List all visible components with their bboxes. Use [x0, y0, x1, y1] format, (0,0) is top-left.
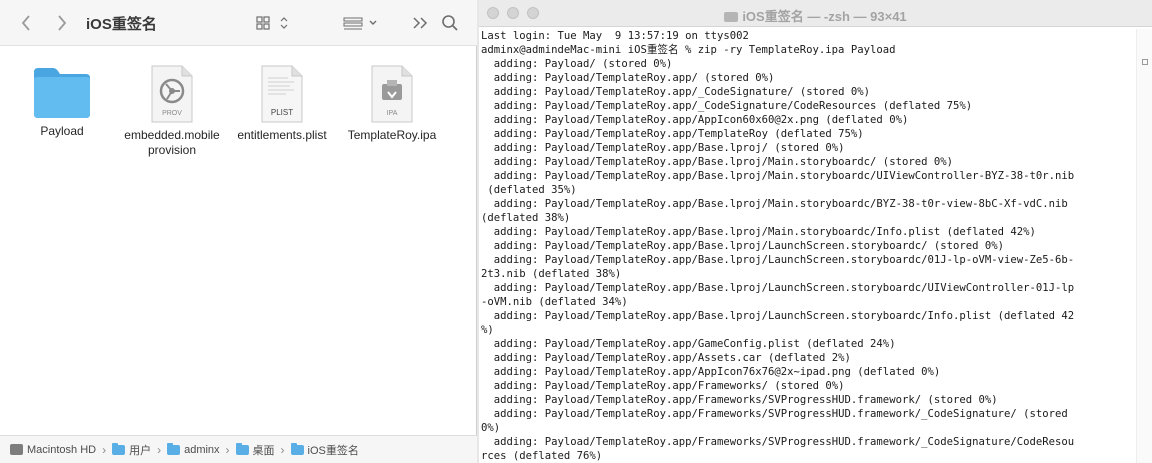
- terminal-line: adding: Payload/TemplateRoy.app/Framewor…: [481, 380, 845, 392]
- terminal-line: adding: Payload/TemplateRoy.app/Base.lpr…: [481, 240, 1004, 252]
- chevron-right-icon: ›: [157, 442, 162, 457]
- terminal-line: adding: Payload/TemplateRoy.app/Framewor…: [481, 408, 1068, 420]
- folder-icon: [724, 12, 739, 22]
- path-crumb-label: adminx: [184, 443, 220, 456]
- file-name: embedded.mobile provision: [117, 128, 227, 158]
- terminal-window: iOS重签名 — -zsh — 93×41 Last login: Tue Ma…: [479, 0, 1152, 463]
- hard-drive-icon: [10, 444, 23, 455]
- terminal-line: adding: Payload/TemplateRoy.app/Base.lpr…: [481, 254, 1075, 266]
- file-item-ipa[interactable]: IPA TemplateRoy.ipa: [337, 64, 447, 143]
- terminal-title-text: iOS重签名 — -zsh — 93×41: [742, 9, 907, 24]
- search-button[interactable]: [440, 10, 460, 36]
- path-bar: Macintosh HD › 用户 › adminx › 桌面 › iOS重签名: [0, 435, 477, 463]
- file-item-mobileprovision[interactable]: PROV embedded.mobile provision: [117, 64, 227, 158]
- terminal-line: 2t3.nib (deflated 38%): [481, 268, 622, 280]
- terminal-line: -oVM.nib (deflated 34%): [481, 296, 628, 308]
- terminal-line: adding: Payload/TemplateRoy.app/Base.lpr…: [481, 198, 1068, 210]
- grid-view-icon: [256, 16, 288, 30]
- path-crumb-adminx[interactable]: adminx: [167, 442, 220, 456]
- path-crumb-label: iOS重签名: [307, 444, 359, 457]
- path-crumb-ios-resign[interactable]: iOS重签名: [290, 442, 359, 458]
- path-crumb-macintosh-hd[interactable]: Macintosh HD: [10, 444, 96, 456]
- terminal-line: adding: Payload/TemplateRoy.app/GameConf…: [481, 338, 896, 350]
- terminal-title: iOS重签名 — -zsh — 93×41: [479, 6, 1152, 25]
- chevron-right-icon: ›: [102, 442, 107, 457]
- chevron-right-icon: ›: [280, 442, 285, 457]
- chevron-right-icon: ›: [225, 442, 230, 457]
- chevron-left-icon: [21, 15, 30, 31]
- back-button[interactable]: [16, 10, 36, 36]
- terminal-line: adding: Payload/TemplateRoy.app/Base.lpr…: [481, 170, 1075, 182]
- terminal-line: (deflated 35%): [481, 184, 577, 196]
- more-button[interactable]: [410, 10, 430, 36]
- terminal-line: adding: Payload/TemplateRoy.app/Template…: [481, 128, 864, 140]
- plist-badge: PLIST: [271, 108, 293, 117]
- path-crumb-desktop[interactable]: 桌面: [235, 442, 275, 458]
- terminal-line: adding: Payload/TemplateRoy.app/Framewor…: [481, 394, 998, 406]
- terminal-line: Last login: Tue May 9 13:57:19 on ttys00…: [481, 30, 749, 42]
- home-folder-icon: [167, 442, 181, 455]
- terminal-line: adding: Payload/TemplateRoy.app/_CodeSig…: [481, 100, 973, 112]
- folder-icon: [112, 442, 126, 455]
- file-name: entitlements.plist: [237, 128, 327, 142]
- terminal-scrollbar[interactable]: [1136, 29, 1152, 463]
- file-name-line1: embedded.mobile: [124, 128, 220, 142]
- search-icon: [442, 15, 458, 31]
- terminal-line: adding: Payload/TemplateRoy.app/ (stored…: [481, 72, 775, 84]
- path-crumb-label: 桌面: [252, 444, 275, 457]
- file-name: TemplateRoy.ipa: [347, 128, 437, 142]
- terminal-line: (deflated 38%): [481, 212, 571, 224]
- terminal-line: adding: Payload/TemplateRoy.app/Framewor…: [481, 436, 1075, 448]
- terminal-line: adding: Payload/TemplateRoy.app/Assets.c…: [481, 352, 851, 364]
- view-mode-button[interactable]: [254, 10, 292, 36]
- chevron-double-right-icon: [413, 17, 428, 29]
- plist-document-icon: PLIST: [261, 65, 303, 123]
- window-title: iOS重签名: [86, 16, 157, 33]
- terminal-titlebar: iOS重签名 — -zsh — 93×41: [479, 0, 1152, 27]
- file-item-entitlements[interactable]: PLIST entitlements.plist: [227, 64, 337, 143]
- ipa-badge: IPA: [387, 110, 398, 117]
- chevron-right-icon: [58, 15, 67, 31]
- terminal-line: rces (deflated 76%): [481, 450, 603, 462]
- terminal-line: adding: Payload/TemplateRoy.app/Base.lpr…: [481, 142, 845, 154]
- finder-window: iOS重签名 Payload PROV embedded.mobile prov…: [0, 0, 477, 463]
- terminal-line: adding: Payload/TemplateRoy.app/Base.lpr…: [481, 310, 1075, 322]
- file-item-payload[interactable]: Payload: [7, 64, 117, 139]
- folder-icon: [34, 68, 90, 118]
- scroll-marker-icon: [1142, 59, 1148, 65]
- terminal-line: %): [481, 324, 494, 336]
- terminal-line: adding: Payload/TemplateRoy.app/Base.lpr…: [481, 282, 1075, 294]
- group-icon: [343, 17, 377, 30]
- terminal-line: adding: Payload/TemplateRoy.app/Base.lpr…: [481, 226, 1036, 238]
- terminal-output[interactable]: Last login: Tue May 9 13:57:19 on ttys00…: [481, 29, 1135, 463]
- desktop-folder-icon: [235, 442, 249, 455]
- folder-icon: [290, 442, 304, 455]
- terminal-line: adminx@admindeMac-mini iOS重签名 % zip -ry …: [481, 44, 896, 56]
- prov-badge: PROV: [162, 110, 182, 117]
- terminal-line: adding: Payload/TemplateRoy.app/AppIcon6…: [481, 114, 909, 126]
- terminal-line: adding: Payload/ (stored 0%): [481, 58, 673, 70]
- path-crumb-label: Macintosh HD: [27, 443, 97, 456]
- terminal-line: adding: Payload/TemplateRoy.app/Base.lpr…: [481, 156, 953, 168]
- terminal-line: adding: Payload/TemplateRoy.app/_CodeSig…: [481, 86, 871, 98]
- file-name: Payload: [40, 124, 84, 138]
- ipa-package-icon: IPA: [371, 65, 413, 123]
- path-crumb-label: 用户: [129, 444, 152, 457]
- file-name-line2: provision: [147, 143, 197, 157]
- provision-document-icon: PROV: [151, 65, 193, 123]
- finder-toolbar: iOS重签名: [0, 0, 477, 46]
- forward-button[interactable]: [52, 10, 72, 36]
- terminal-line: adding: Payload/TemplateRoy.app/AppIcon7…: [481, 366, 941, 378]
- terminal-line: 0%): [481, 422, 501, 434]
- group-button[interactable]: [342, 10, 382, 36]
- path-crumb-users[interactable]: 用户: [112, 442, 151, 458]
